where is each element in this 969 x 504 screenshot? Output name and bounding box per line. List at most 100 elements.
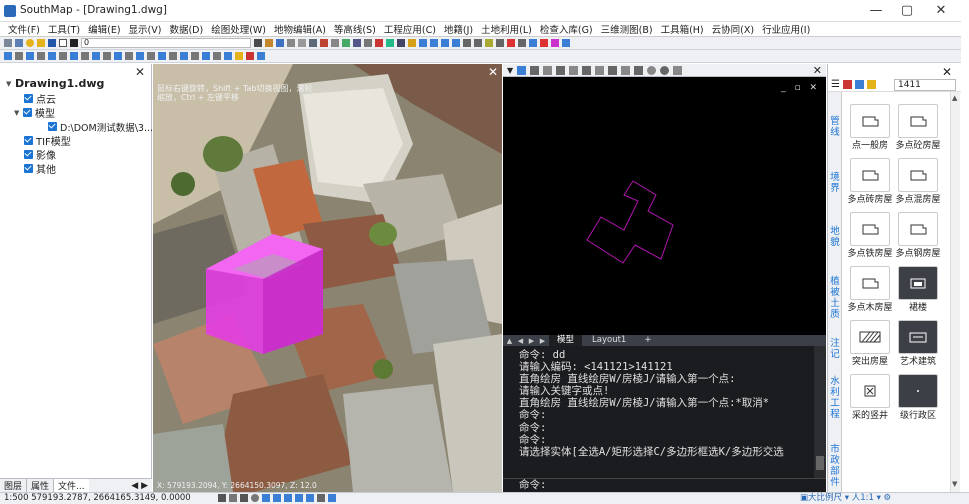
grid-icon[interactable] (353, 39, 361, 47)
tree-item-model-file[interactable]: D:\DOM测试数据\3... (48, 119, 153, 134)
menu-engineering[interactable]: 工程应用(C) (380, 22, 440, 36)
sun-icon[interactable] (37, 39, 45, 47)
circle-icon[interactable] (37, 52, 45, 60)
boundary-icon[interactable] (158, 52, 166, 60)
orbit-icon[interactable] (647, 65, 657, 75)
folder-icon[interactable] (265, 39, 273, 47)
hatch-tool-icon[interactable] (529, 39, 537, 47)
zoom-icon[interactable] (298, 39, 306, 47)
symbol-art-building[interactable]: 艺术建筑 (898, 320, 941, 367)
snap-toggle-icon[interactable] (543, 65, 553, 75)
osnap-status-icon[interactable] (262, 494, 270, 502)
settings-icon[interactable] (562, 39, 570, 47)
region-icon[interactable] (147, 52, 155, 60)
symbol-brick-house[interactable]: 多点砖房屋 (847, 158, 893, 205)
insert-icon[interactable] (103, 52, 111, 60)
spline-icon[interactable] (125, 52, 133, 60)
checkbox-icon[interactable] (24, 164, 33, 173)
copy-icon[interactable] (441, 39, 449, 47)
checkbox-icon[interactable] (24, 150, 33, 159)
prev-tab-icon[interactable]: ◀ (516, 337, 525, 345)
last-tab-icon[interactable]: ▶ (538, 337, 547, 345)
checkbox-icon[interactable] (24, 94, 33, 103)
menu-tools[interactable]: 工具(T) (44, 22, 84, 36)
tab-files[interactable]: 文件... (53, 479, 89, 492)
property-icon[interactable] (375, 39, 383, 47)
category-boundary[interactable]: 境界 (829, 172, 841, 194)
scroll-down-icon[interactable]: ▼ (952, 480, 957, 488)
category-water[interactable]: 水利工程 (829, 376, 841, 420)
symbol-search-input[interactable]: 1411 (894, 79, 956, 91)
tab-properties[interactable]: 属性 (26, 479, 53, 492)
menu-data[interactable]: 数据(D) (165, 22, 207, 36)
otrack-toggle-icon[interactable] (595, 65, 605, 75)
menu-feature-edit[interactable]: 地物编辑(A) (270, 22, 330, 36)
menu-industry[interactable]: 行业应用(I) (758, 22, 814, 36)
oblique-3d-view[interactable]: ✕ 鼠标右键旋转，Shift + Tab切换视图，滚轮缩放，Ctrl + 左键平… (153, 64, 502, 492)
symbol-steel-house[interactable]: 多点钢房屋 (895, 212, 941, 259)
explode-icon[interactable] (540, 39, 548, 47)
dyn-status-icon[interactable] (284, 494, 292, 502)
menu-3d-mapping[interactable]: 三维测图(B) (597, 22, 657, 36)
shade-icon[interactable] (660, 65, 670, 75)
match-layer-icon[interactable] (254, 39, 262, 47)
category-annotation[interactable]: 注记 (829, 338, 841, 360)
layer-select[interactable]: 0 (81, 38, 251, 48)
osnap-toggle-icon[interactable] (582, 65, 592, 75)
close-cad-icon[interactable]: ✕ (813, 64, 822, 77)
ortho-icon[interactable] (364, 39, 372, 47)
tab-layers[interactable]: 图层 (0, 479, 26, 492)
menu-cadastre[interactable]: 地籍(J) (440, 22, 477, 36)
render-icon[interactable] (673, 65, 683, 75)
menu-file[interactable]: 文件(F) (4, 22, 44, 36)
mtext-icon[interactable] (180, 52, 188, 60)
menu-draw[interactable]: 绘图处理(W) (207, 22, 270, 36)
annotation-status-icon[interactable] (317, 494, 325, 502)
symbol-podium[interactable]: 裙楼 (898, 266, 941, 313)
area-icon[interactable] (386, 39, 394, 47)
tree-root[interactable]: ▼ Drawing1.dwg (6, 76, 104, 91)
donut-icon[interactable] (224, 52, 232, 60)
expand-icon[interactable]: ▼ (14, 109, 23, 117)
symbol-concrete-house[interactable]: 多点砼房屋 (895, 104, 941, 151)
add-layout-button[interactable]: + (636, 335, 659, 346)
wipeout-icon[interactable] (202, 52, 210, 60)
ortho-toggle-icon[interactable] (556, 65, 566, 75)
leader-icon[interactable] (191, 52, 199, 60)
scroll-up-icon[interactable]: ▲ (952, 94, 957, 102)
command-scrollbar[interactable] (814, 346, 826, 478)
menu-toolbox[interactable]: 工具箱(H) (657, 22, 708, 36)
ellipse-icon[interactable] (136, 52, 144, 60)
extend-icon[interactable] (496, 39, 504, 47)
point-icon[interactable] (114, 52, 122, 60)
category-municipal[interactable]: 市政部件 (829, 444, 841, 488)
lock-icon[interactable] (48, 39, 56, 47)
tab-layout1[interactable]: Layout1 (584, 335, 634, 346)
category-vegetation[interactable]: 植被土质 (829, 276, 841, 320)
grid-toggle-icon[interactable] (530, 65, 540, 75)
symbol-wood-house[interactable]: 多点木房屋 (847, 266, 893, 313)
snap-status-icon[interactable] (229, 494, 237, 502)
block-icon[interactable] (92, 52, 100, 60)
symbol-admin-region[interactable]: 级行政区 (898, 374, 941, 421)
tree-item-image[interactable]: 影像 (24, 147, 56, 162)
symbol-mine-shaft[interactable]: 采的竖井 (850, 374, 893, 421)
symbol-scrollbar[interactable]: ▲ ▼ (950, 92, 960, 492)
next-tab-icon[interactable]: ▶ (527, 337, 536, 345)
tab-scroll-arrows[interactable]: ◀ ▶ (127, 481, 152, 491)
checkbox-icon[interactable] (24, 136, 33, 145)
view-mode-icon[interactable] (517, 65, 527, 75)
snap-icon[interactable] (342, 39, 350, 47)
menu-check-import[interactable]: 检查入库(G) (536, 22, 597, 36)
first-tab-icon[interactable]: ▲ (505, 337, 514, 345)
scroll-thumb[interactable] (816, 456, 824, 470)
menu-contour[interactable]: 等高线(S) (330, 22, 380, 36)
menu-land-use[interactable]: 土地利用(L) (477, 22, 536, 36)
cube-icon[interactable] (634, 65, 644, 75)
measure-icon[interactable] (331, 39, 339, 47)
grid-view-icon[interactable] (854, 80, 864, 89)
symbol-protruding-house[interactable]: 突出房屋 (850, 320, 893, 367)
close-view-icon[interactable]: ✕ (488, 65, 498, 79)
offset-icon[interactable] (518, 39, 526, 47)
model-status-icon[interactable] (306, 494, 314, 502)
